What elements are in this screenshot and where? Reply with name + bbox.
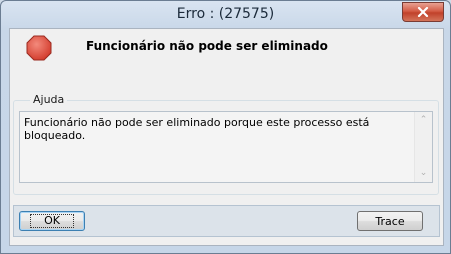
window-title: Erro : (27575) bbox=[176, 6, 275, 22]
button-bar: OK Trace bbox=[13, 205, 440, 237]
help-text: Funcionário não pode ser eliminado porqu… bbox=[24, 116, 370, 142]
stop-icon bbox=[26, 35, 52, 61]
ok-button[interactable]: OK bbox=[19, 211, 85, 231]
scroll-up-icon[interactable]: ⌃ bbox=[415, 112, 432, 129]
help-group: Ajuda Funcionário não pode ser eliminado… bbox=[13, 93, 439, 195]
close-icon bbox=[417, 7, 429, 17]
help-textarea[interactable]: Funcionário não pode ser eliminado porqu… bbox=[19, 111, 433, 183]
ok-button-label: OK bbox=[30, 214, 74, 228]
error-message-title: Funcionário não pode ser eliminado bbox=[86, 39, 328, 53]
dialog-client: Funcionário não pode ser eliminado Ajuda… bbox=[9, 28, 444, 246]
trace-button[interactable]: Trace bbox=[357, 211, 423, 231]
vertical-scrollbar[interactable]: ⌃ ⌄ bbox=[414, 112, 432, 182]
dialog-window: Erro : (27575) Funcionário não pode ser … bbox=[0, 0, 451, 254]
scroll-down-icon[interactable]: ⌄ bbox=[415, 165, 432, 182]
close-button[interactable] bbox=[402, 2, 444, 22]
help-group-legend: Ajuda bbox=[30, 93, 68, 106]
trace-button-label: Trace bbox=[375, 214, 405, 228]
